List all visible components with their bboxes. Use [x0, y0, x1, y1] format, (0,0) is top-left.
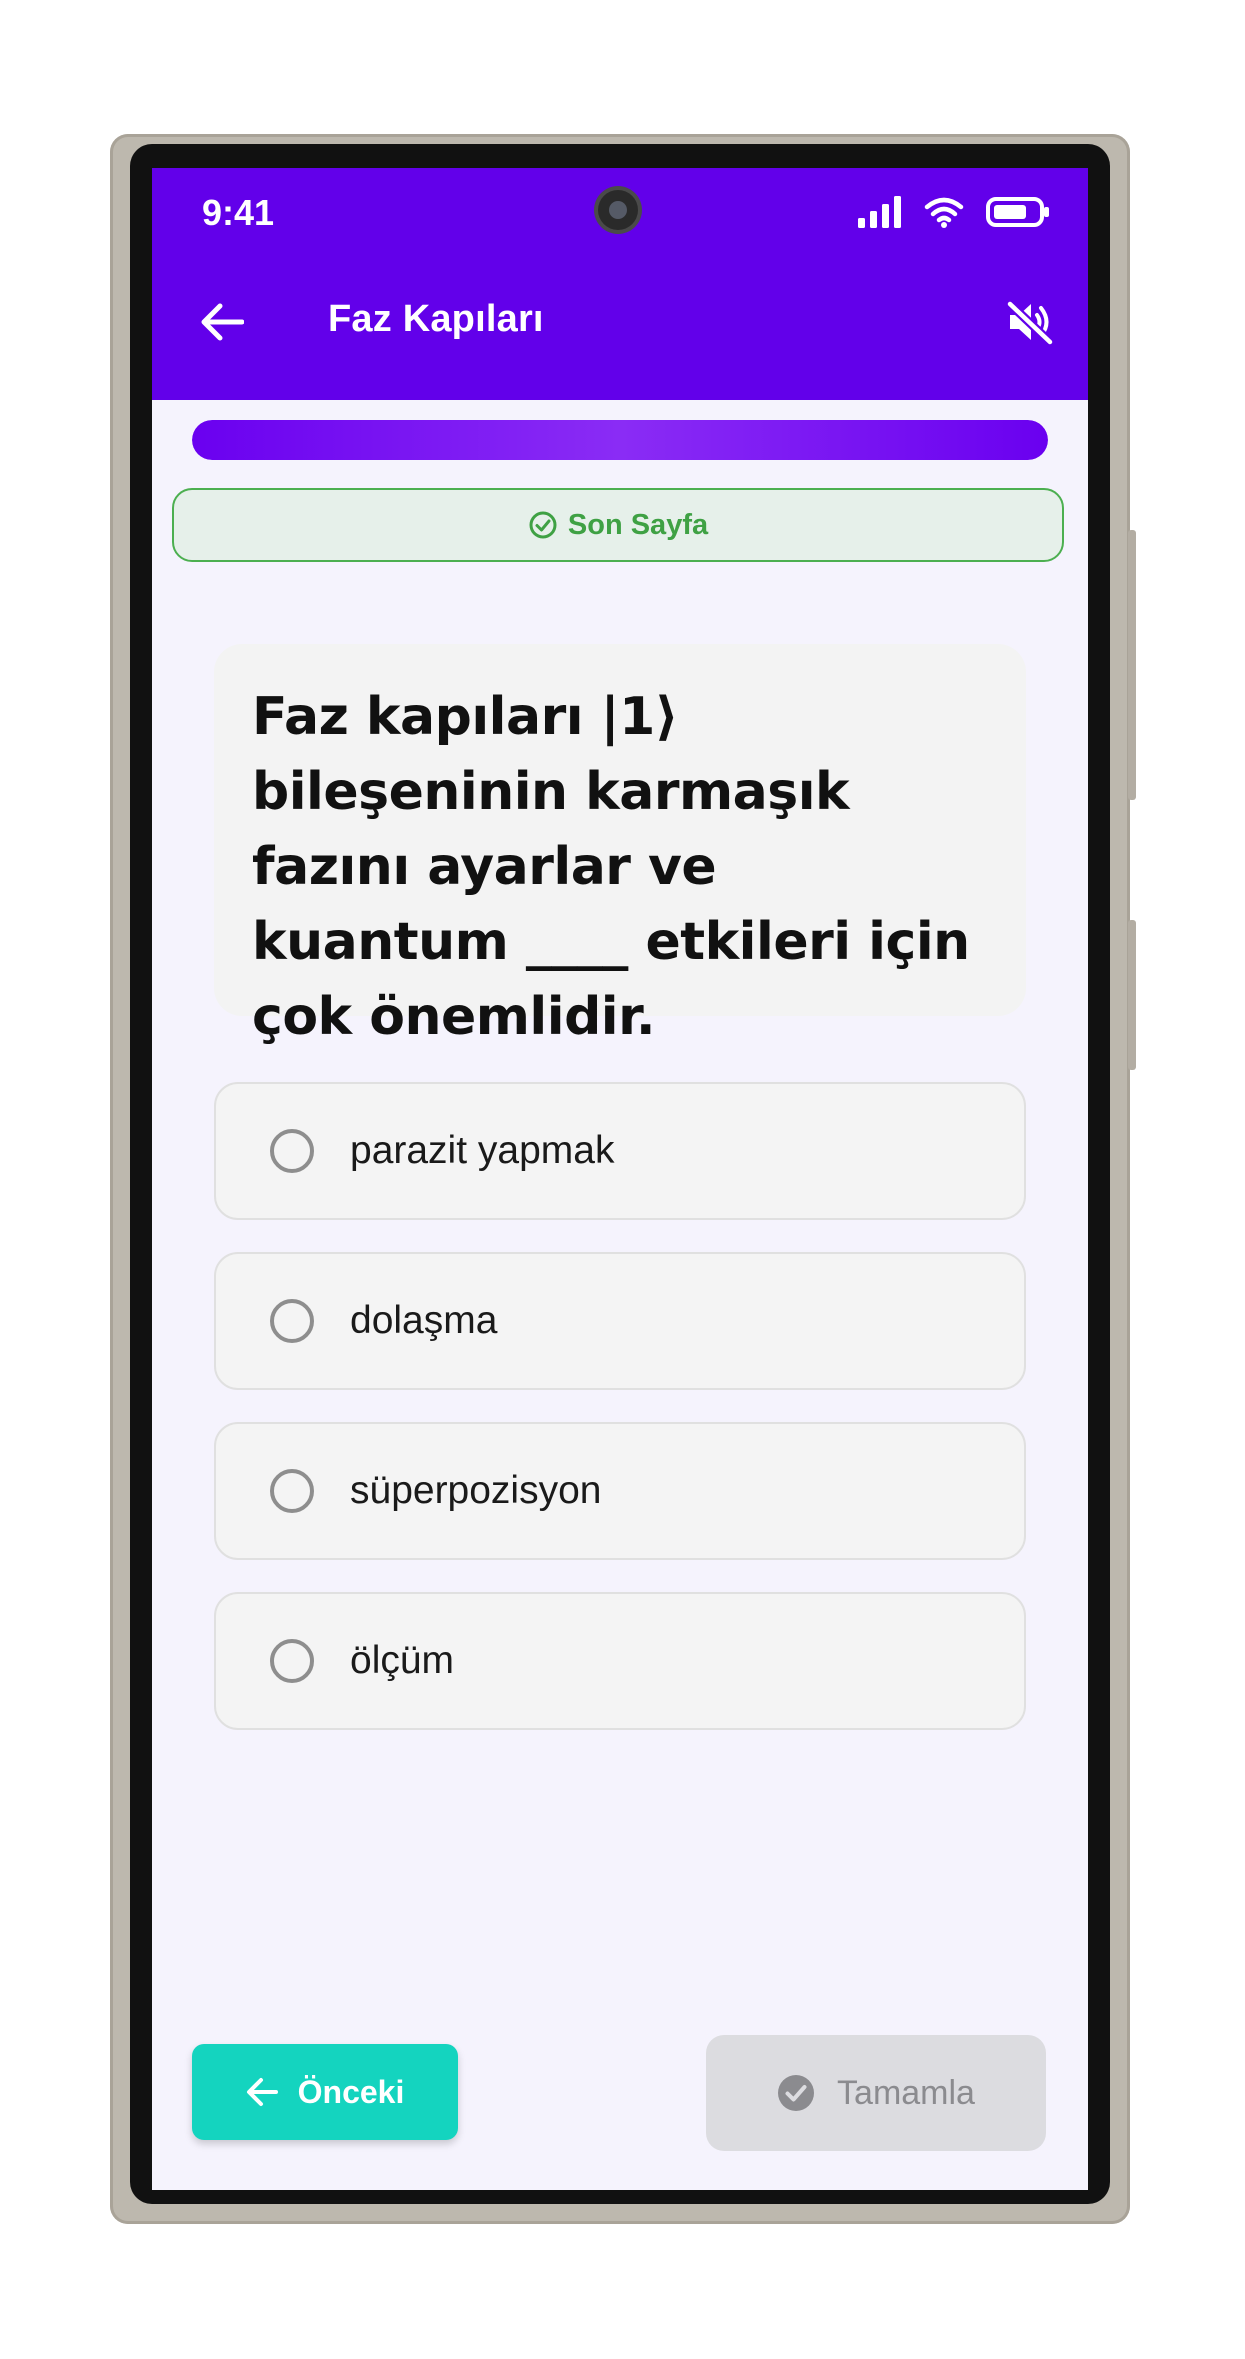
wifi-icon	[924, 197, 964, 228]
radio-button[interactable]	[270, 1469, 314, 1513]
status-icons	[858, 196, 1050, 228]
arrow-left-icon	[201, 303, 244, 341]
answer-option[interactable]: ölçüm	[214, 1592, 1026, 1730]
answer-option-label: ölçüm	[350, 1639, 455, 1682]
page-title: Faz Kapıları	[328, 298, 544, 340]
finish-button-label: Tamamla	[837, 2073, 975, 2112]
mute-button[interactable]	[1002, 294, 1058, 350]
answer-options: parazit yapmak dolaşma süperpozisyon ölç…	[214, 1082, 1026, 1762]
radio-button[interactable]	[270, 1129, 314, 1173]
front-camera	[598, 190, 638, 230]
banner-text: Son Sayfa	[567, 508, 709, 541]
answer-option[interactable]: dolaşma	[214, 1252, 1026, 1390]
arrow-left-icon	[246, 2078, 278, 2106]
previous-button-label: Önceki	[297, 2073, 405, 2110]
signal-icon	[858, 196, 901, 228]
question-text: Faz kapıları |1⟩ bileşeninin karmaşık fa…	[252, 687, 970, 1047]
check-circle-filled-icon	[778, 2075, 815, 2111]
radio-button[interactable]	[270, 1299, 314, 1343]
previous-button[interactable]: Önceki	[192, 2044, 458, 2140]
volume-off-icon	[1006, 299, 1054, 346]
answer-option-label: parazit yapmak	[350, 1129, 615, 1172]
answer-option[interactable]: parazit yapmak	[214, 1082, 1026, 1220]
answer-option-label: dolaşma	[350, 1299, 498, 1342]
last-page-banner: Son Sayfa	[172, 488, 1064, 562]
progress-bar	[192, 420, 1048, 460]
side-button-power	[1128, 530, 1136, 800]
question-card: Faz kapıları |1⟩ bileşeninin karmaşık fa…	[214, 644, 1026, 1047]
finish-button[interactable]: Tamamla	[706, 2035, 1046, 2151]
radio-button[interactable]	[270, 1639, 314, 1683]
answer-option[interactable]: süperpozisyon	[214, 1422, 1026, 1560]
answer-option-label: süperpozisyon	[350, 1469, 602, 1512]
status-time: 9:41	[202, 192, 275, 233]
app-bar: 9:41 Faz Kapıları	[152, 168, 1088, 400]
progress-bar-fill	[192, 420, 1048, 460]
side-button-volume	[1128, 920, 1136, 1070]
check-circle-icon	[529, 511, 557, 539]
battery-icon	[986, 197, 1049, 227]
phone-screen: 9:41 Faz Kapıları Son Sayfa Faz kapıları…	[152, 168, 1088, 2190]
back-button[interactable]	[196, 296, 248, 348]
